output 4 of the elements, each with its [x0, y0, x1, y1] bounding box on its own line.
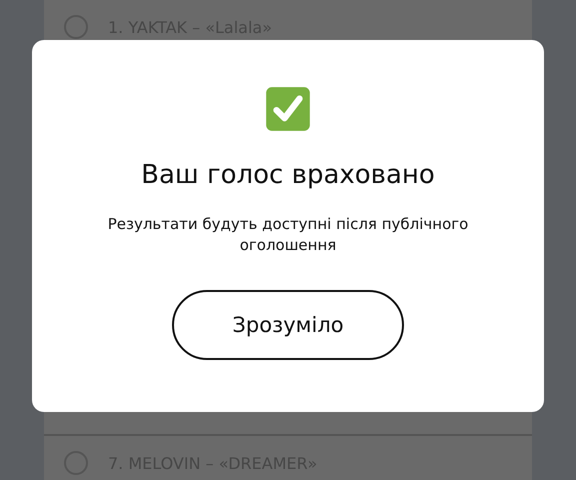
check-mark-icon: [265, 86, 311, 132]
dialog-title: Ваш голос враховано: [141, 160, 435, 190]
dialog-message: Результати будуть доступні після публічного оголошення: [106, 214, 470, 256]
ok-button[interactable]: Зрозуміло: [172, 290, 404, 360]
